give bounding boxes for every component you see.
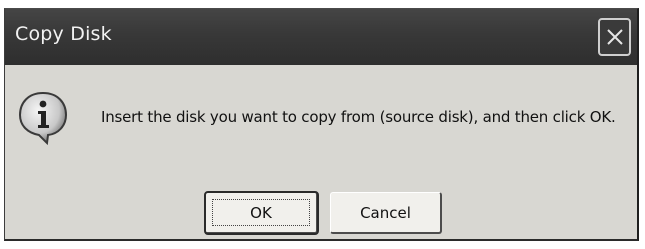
cancel-button[interactable]: Cancel <box>330 192 442 234</box>
title-bar[interactable]: Copy Disk <box>5 9 637 65</box>
focus-rectangle <box>212 199 310 226</box>
dialog-message: Insert the disk you want to copy from (s… <box>101 108 616 126</box>
ok-button[interactable]: OK <box>204 191 319 235</box>
dialog-body: Insert the disk you want to copy from (s… <box>5 65 637 239</box>
close-icon <box>607 29 623 45</box>
cancel-button-label: Cancel <box>360 203 411 222</box>
info-icon <box>18 91 68 146</box>
window-title: Copy Disk <box>15 23 112 45</box>
copy-disk-dialog: Copy Disk Insert the disk you want to co… <box>4 8 639 241</box>
close-button[interactable] <box>598 18 631 56</box>
